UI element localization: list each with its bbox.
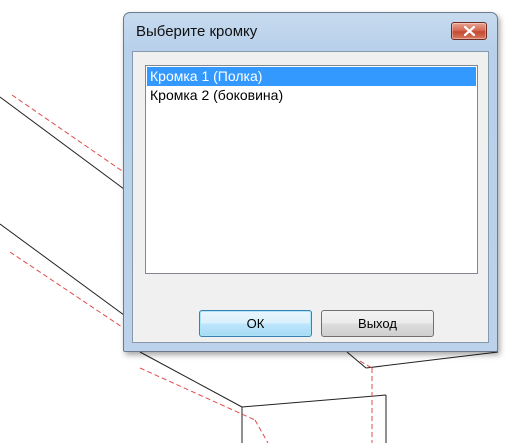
close-button[interactable]	[451, 22, 487, 40]
dialog-client-area: Кромка 1 (Полка) Кромка 2 (боковина) ОК …	[132, 51, 489, 343]
ok-button[interactable]: ОК	[199, 310, 312, 337]
list-item-edge-2[interactable]: Кромка 2 (боковина)	[147, 86, 476, 105]
exit-button[interactable]: Выход	[321, 310, 434, 337]
dialog-titlebar[interactable]: Выберите кромку	[124, 13, 497, 51]
list-item-edge-1[interactable]: Кромка 1 (Полка)	[147, 67, 476, 86]
edge-listbox[interactable]: Кромка 1 (Полка) Кромка 2 (боковина)	[145, 65, 478, 274]
dialog-title: Выберите кромку	[136, 23, 258, 40]
close-x-icon	[464, 26, 475, 36]
select-edge-dialog: Выберите кромку Кромка 1 (Полка) Кромка …	[123, 12, 498, 352]
